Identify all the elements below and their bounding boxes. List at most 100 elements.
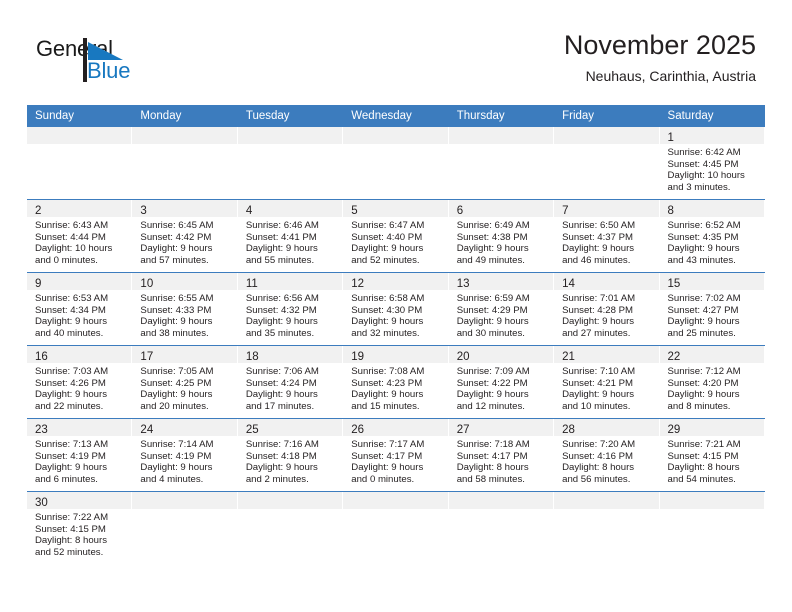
day-detail-line: Sunset: 4:28 PM [562, 304, 634, 316]
day-detail-line: Sunset: 4:17 PM [456, 450, 528, 462]
day-details: Sunrise: 7:01 AM Sunset: 4:28 PM Daylight:… [554, 290, 659, 339]
calendar-day-cell[interactable]: 4 Sunrise: 6:46 AM Sunset: 4:41 PM Daylight… [237, 199, 344, 273]
day-number: 3 [140, 205, 147, 217]
day-details: Sunrise: 7:08 AM Sunset: 4:23 PM Daylight:… [343, 363, 448, 412]
calendar-day-cell[interactable]: 28 Sunrise: 7:20 AM Sunset: 4:16 PM Dayligh… [554, 418, 660, 492]
calendar-day-cell[interactable]: 7 Sunrise: 6:50 AM Sunset: 4:37 PM Daylight… [554, 199, 660, 273]
day-detail-line: Sunset: 4:44 PM [35, 231, 106, 243]
day-detail-line: Daylight: 9 hours [140, 316, 213, 328]
calendar-day-cell-empty [132, 491, 238, 564]
day-detail-line: and 30 minutes. [456, 327, 525, 339]
day-number-band: 7 [554, 200, 660, 217]
page-header: General Blue November 2025 Neuhaus, Cari… [0, 0, 792, 100]
day-number-band: 22 [659, 346, 765, 363]
day-number-band [132, 127, 238, 144]
calendar-day-cell[interactable]: 1 Sunrise: 6:42 AM Sunset: 4:45 PM Daylight… [659, 127, 765, 200]
day-detail-line: Sunrise: 7:18 AM [456, 439, 530, 450]
calendar-day-cell-empty [554, 127, 660, 200]
calendar-day-cell[interactable]: 14 Sunrise: 7:01 AM Sunset: 4:28 PM Dayligh… [554, 272, 660, 346]
day-detail-line: Sunset: 4:19 PM [140, 450, 212, 462]
day-detail-line: and 49 minutes. [456, 254, 525, 266]
calendar-day-cell[interactable]: 5 Sunrise: 6:47 AM Sunset: 4:40 PM Daylight… [343, 199, 449, 273]
day-detail-line: Sunset: 4:26 PM [35, 377, 106, 389]
day-detail-line: Sunset: 4:30 PM [351, 304, 423, 316]
day-details: Sunrise: 6:42 AM Sunset: 4:45 PM Daylight:… [660, 144, 765, 193]
weekday-header-monday: Monday [132, 105, 238, 127]
calendar-day-cell[interactable]: 8 Sunrise: 6:52 AM Sunset: 4:35 PM Daylight… [659, 199, 765, 273]
day-detail-line: Sunset: 4:33 PM [140, 304, 212, 316]
day-detail-line: Daylight: 9 hours [562, 316, 635, 328]
day-detail-line: Daylight: 9 hours [456, 243, 529, 255]
day-detail-line: Daylight: 8 hours [35, 535, 107, 547]
day-detail-line: Sunset: 4:23 PM [351, 377, 423, 389]
day-detail-line: and 52 minutes. [35, 546, 104, 558]
calendar-day-cell[interactable]: 11 Sunrise: 6:56 AM Sunset: 4:32 PM Dayligh… [237, 272, 344, 346]
calendar-day-cell[interactable]: 12 Sunrise: 6:58 AM Sunset: 4:30 PM Dayligh… [343, 272, 449, 346]
day-detail-line: Sunset: 4:41 PM [245, 231, 317, 243]
day-detail-line: Daylight: 9 hours [245, 389, 318, 401]
day-detail-line: and 55 minutes. [245, 254, 315, 266]
calendar-day-cell[interactable]: 21 Sunrise: 7:10 AM Sunset: 4:21 PM Dayligh… [554, 345, 660, 419]
day-details: Sunrise: 7:13 AM Sunset: 4:19 PM Daylight:… [27, 436, 132, 485]
calendar-day-cell[interactable]: 19 Sunrise: 7:08 AM Sunset: 4:23 PM Dayligh… [343, 345, 449, 419]
page-subtitle: Neuhaus, Carinthia, Austria [585, 68, 756, 84]
day-details: Sunrise: 6:56 AM Sunset: 4:32 PM Daylight:… [238, 290, 343, 339]
calendar-day-cell[interactable]: 10 Sunrise: 6:55 AM Sunset: 4:33 PM Dayligh… [132, 272, 238, 346]
day-detail-line: Sunrise: 7:12 AM [667, 366, 741, 377]
day-detail-line: Sunrise: 7:03 AM [35, 366, 109, 377]
calendar-day-cell[interactable]: 18 Sunrise: 7:06 AM Sunset: 4:24 PM Dayligh… [237, 345, 344, 419]
calendar-day-cell[interactable]: 6 Sunrise: 6:49 AM Sunset: 4:38 PM Daylight… [448, 199, 555, 273]
day-number-band [343, 127, 449, 144]
day-number: 11 [245, 278, 258, 290]
calendar-day-cell[interactable]: 24 Sunrise: 7:14 AM Sunset: 4:19 PM Dayligh… [132, 418, 238, 492]
general-blue-logo[interactable]: General Blue [36, 36, 166, 90]
calendar-day-cell[interactable]: 26 Sunrise: 7:17 AM Sunset: 4:17 PM Dayligh… [343, 418, 449, 492]
day-detail-line: Sunset: 4:38 PM [456, 231, 528, 243]
day-number: 4 [245, 205, 253, 217]
calendar-day-cell-empty [27, 127, 133, 200]
day-number: 20 [456, 351, 470, 363]
logo-text-blue: Blue [87, 58, 131, 83]
day-number: 18 [245, 351, 259, 363]
calendar-day-cell[interactable]: 9 Sunrise: 6:53 AM Sunset: 4:34 PM Daylight… [27, 272, 133, 346]
calendar-day-cell[interactable]: 30 Sunrise: 7:22 AM Sunset: 4:15 PM Dayligh… [27, 491, 133, 564]
day-number-band: 17 [132, 346, 238, 363]
day-number: 27 [456, 424, 470, 436]
calendar-day-cell[interactable]: 3 Sunrise: 6:45 AM Sunset: 4:42 PM Daylight… [132, 199, 238, 273]
calendar-day-cell[interactable]: 22 Sunrise: 7:12 AM Sunset: 4:20 PM Dayligh… [659, 345, 765, 419]
day-number-band: 19 [343, 346, 449, 363]
day-detail-line: Daylight: 9 hours [245, 243, 318, 255]
day-number-band: 5 [343, 200, 449, 217]
calendar-day-cell[interactable]: 15 Sunrise: 7:02 AM Sunset: 4:27 PM Dayligh… [659, 272, 765, 346]
calendar-day-cell[interactable]: 16 Sunrise: 7:03 AM Sunset: 4:26 PM Dayligh… [27, 345, 133, 419]
day-number-band: 9 [27, 273, 133, 290]
calendar-day-cell[interactable]: 29 Sunrise: 7:21 AM Sunset: 4:15 PM Dayligh… [659, 418, 765, 492]
calendar-day-cell[interactable]: 27 Sunrise: 7:18 AM Sunset: 4:17 PM Dayligh… [448, 418, 555, 492]
day-detail-line: Daylight: 9 hours [667, 389, 740, 401]
calendar-day-cell[interactable]: 20 Sunrise: 7:09 AM Sunset: 4:22 PM Dayligh… [448, 345, 555, 419]
calendar-week-row: 9 Sunrise: 6:53 AM Sunset: 4:34 PM Daylight… [27, 272, 765, 346]
day-detail-line: Daylight: 9 hours [140, 243, 213, 255]
day-number: 6 [456, 205, 464, 217]
day-number-band [659, 492, 765, 509]
day-number: 22 [667, 351, 681, 363]
day-detail-line: and 8 minutes. [667, 400, 731, 412]
day-details [343, 144, 448, 147]
day-details [554, 509, 659, 512]
day-detail-line: Sunrise: 7:09 AM [456, 366, 530, 377]
calendar-week-row: 30 Sunrise: 7:22 AM Sunset: 4:15 PM Dayligh… [27, 491, 765, 564]
day-details: Sunrise: 7:14 AM Sunset: 4:19 PM Daylight:… [132, 436, 237, 485]
calendar-day-cell[interactable]: 23 Sunrise: 7:13 AM Sunset: 4:19 PM Dayligh… [27, 418, 133, 492]
day-detail-line: Sunset: 4:21 PM [562, 377, 634, 389]
day-detail-line: Daylight: 9 hours [562, 389, 635, 401]
calendar-day-cell[interactable]: 2 Sunrise: 6:43 AM Sunset: 4:44 PM Daylight… [27, 199, 133, 273]
calendar-day-cell[interactable]: 17 Sunrise: 7:05 AM Sunset: 4:25 PM Dayligh… [132, 345, 238, 419]
calendar-week-row: 16 Sunrise: 7:03 AM Sunset: 4:26 PM Dayligh… [27, 345, 765, 419]
day-detail-line: and 6 minutes. [35, 473, 98, 485]
day-details [554, 144, 659, 147]
day-number: 29 [667, 424, 681, 436]
day-number: 28 [562, 424, 575, 436]
calendar-day-cell[interactable]: 25 Sunrise: 7:16 AM Sunset: 4:18 PM Dayligh… [237, 418, 344, 492]
day-number-band: 3 [132, 200, 238, 217]
calendar-day-cell[interactable]: 13 Sunrise: 6:59 AM Sunset: 4:29 PM Dayligh… [448, 272, 555, 346]
